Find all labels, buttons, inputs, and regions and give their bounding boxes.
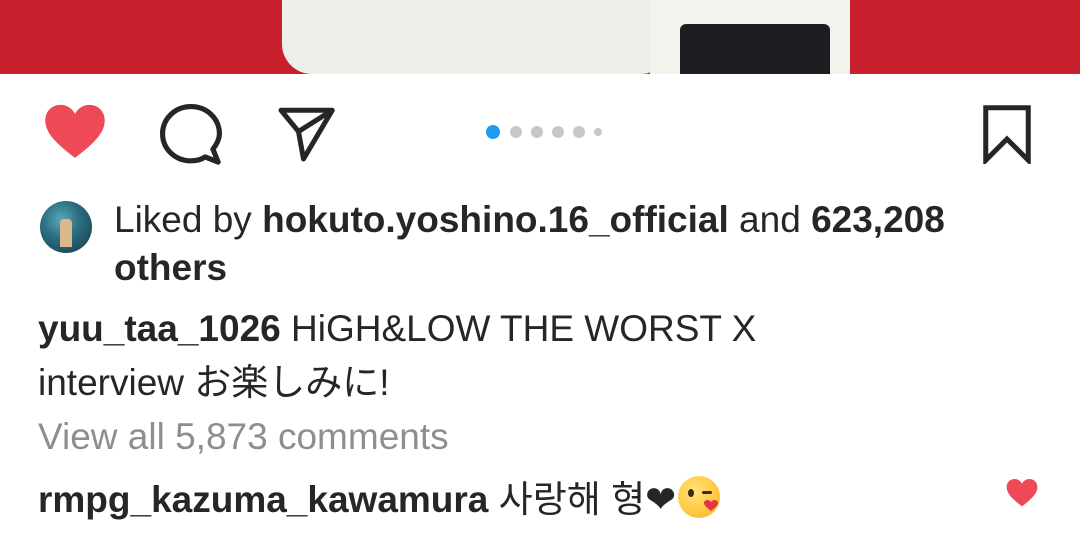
liked-by-prefix: Liked by [114, 199, 263, 240]
avatar[interactable] [40, 201, 92, 253]
post-action-bar [0, 74, 1080, 194]
kissing-face-emoji [678, 476, 721, 518]
liked-by-and: and [728, 199, 812, 240]
comment-username[interactable]: rmpg_kazuma_kawamura [38, 479, 488, 520]
photo-detail [680, 24, 830, 74]
caption-username[interactable]: yuu_taa_1026 [38, 308, 281, 349]
comment-preview: rmpg_kazuma_kawamura 사랑해 형❤ [38, 474, 721, 526]
carousel-dot [510, 126, 522, 138]
carousel-dot [552, 126, 564, 138]
carousel-dot [531, 126, 543, 138]
caption-text-line2: interview お楽しみに! [38, 362, 390, 403]
likes-count[interactable]: 623,208 [811, 199, 945, 240]
likes-text[interactable]: Liked by hokuto.yoshino.16_official and … [114, 196, 1014, 292]
small-heart-icon[interactable] [1006, 478, 1038, 508]
caption-text-line1: HiGH&LOW THE WORST X [280, 308, 757, 349]
carousel-dot [573, 126, 585, 138]
view-all-comments-link[interactable]: View all 5,873 comments [38, 416, 449, 458]
likes-others[interactable]: others [114, 247, 227, 288]
post-caption: yuu_taa_1026 HiGH&LOW THE WORST X intervi… [38, 302, 1018, 410]
carousel-dot [594, 128, 602, 136]
post-photo[interactable] [0, 0, 1080, 74]
liked-by-username[interactable]: hokuto.yoshino.16_official [262, 199, 729, 240]
paper-plane-icon[interactable] [274, 104, 338, 164]
heart-filled-icon[interactable] [44, 102, 106, 162]
comment-text: 사랑해 형❤ [488, 479, 677, 520]
carousel-dot-active [486, 125, 500, 139]
bookmark-icon[interactable] [980, 104, 1034, 164]
photo-detail [282, 0, 662, 74]
comment-bubble-icon[interactable] [160, 104, 222, 166]
